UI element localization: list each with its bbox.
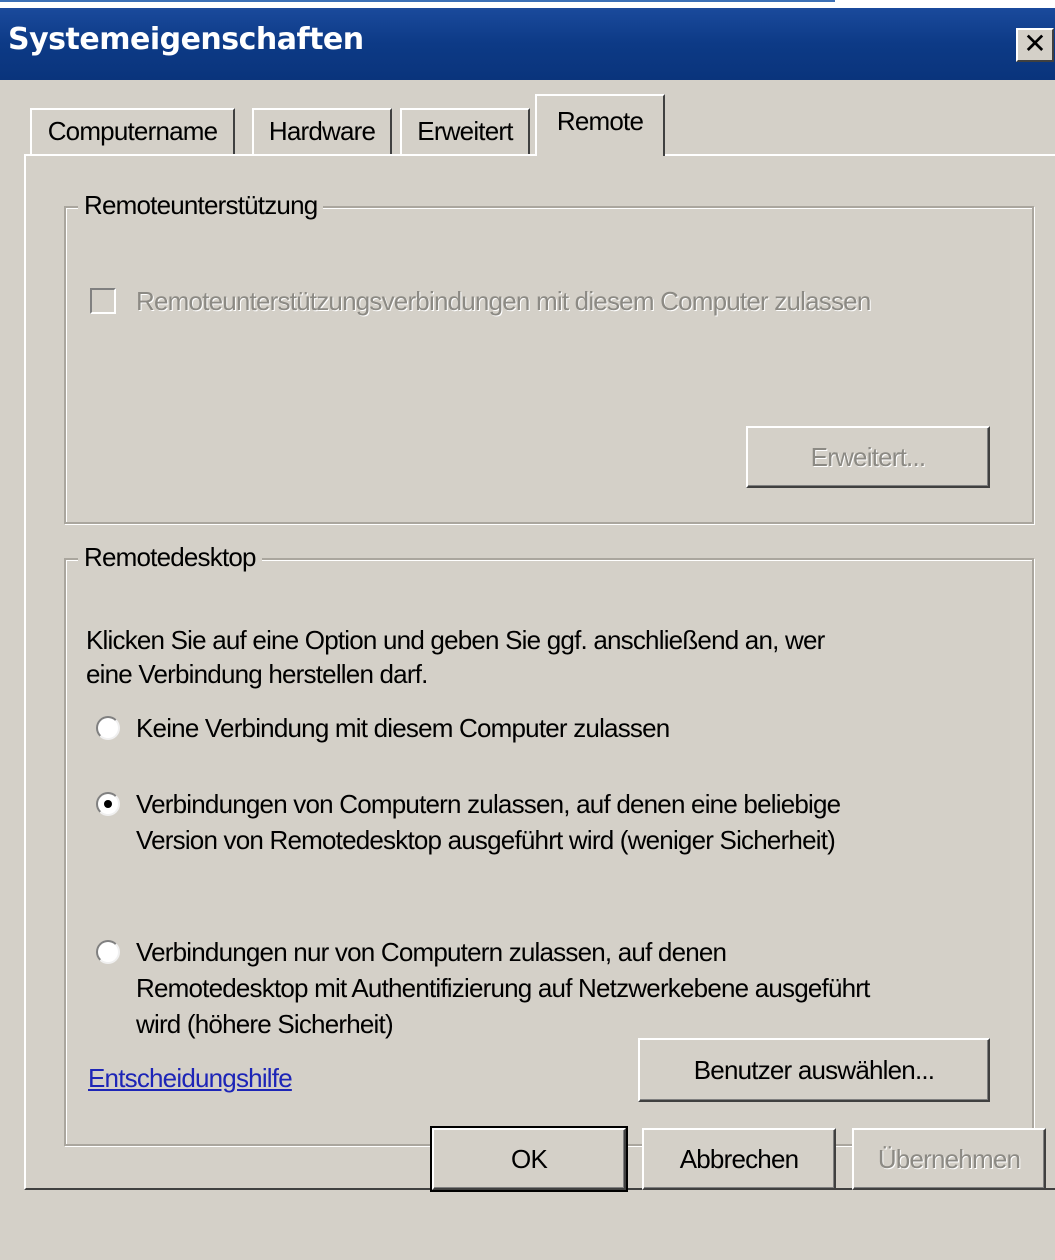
- apply-button[interactable]: Übernehmen: [852, 1128, 1046, 1190]
- tab-label: Erweitert: [417, 116, 513, 146]
- ok-button[interactable]: OK: [430, 1126, 628, 1192]
- radio-nla-only[interactable]: [96, 940, 120, 964]
- remote-assistance-advanced-button[interactable]: Erweitert...: [746, 426, 990, 488]
- radio-any-version[interactable]: [96, 792, 120, 816]
- option-any-version-label-line2[interactable]: Version von Remotedesktop ausgeführt wir…: [136, 822, 836, 858]
- remote-desktop-instructions-line1: Klicken Sie auf eine Option und geben Si…: [86, 625, 825, 655]
- select-users-button-label: Benutzer auswählen...: [693, 1055, 935, 1085]
- window-top-line: [0, 0, 835, 2]
- remote-assistance-label: Remoteunterstützung: [78, 190, 324, 221]
- apply-button-label: Übernehmen: [877, 1144, 1021, 1174]
- tab-label: Computername: [47, 116, 218, 146]
- radio-no-connection[interactable]: [96, 716, 120, 740]
- remote-desktop-label: Remotedesktop: [78, 542, 262, 573]
- tab-computername[interactable]: Computername: [30, 108, 235, 154]
- close-button[interactable]: ✕: [1016, 28, 1054, 62]
- tab-label: Hardware: [268, 116, 376, 146]
- option-nla-only-label-line3[interactable]: wird (höhere Sicherheit): [136, 1006, 394, 1042]
- system-properties-dialog: Systemeigenschaften ✕ Computername Hardw…: [0, 8, 1055, 1260]
- remote-desktop-instructions-line2: eine Verbindung herstellen darf.: [86, 659, 428, 689]
- cancel-button-label: Abbrechen: [679, 1144, 799, 1174]
- ok-button-label: OK: [511, 1144, 548, 1174]
- remote-desktop-group: Remotedesktop Klicken Sie auf eine Optio…: [64, 542, 1034, 1146]
- cancel-button[interactable]: Abbrechen: [642, 1128, 836, 1190]
- window-title: Systemeigenschaften: [8, 22, 364, 57]
- close-icon: ✕: [1023, 28, 1047, 59]
- decision-help-link[interactable]: Entscheidungshilfe: [88, 1060, 293, 1096]
- option-nla-only-label-line2[interactable]: Remotedesktop mit Authentifizierung auf …: [136, 970, 870, 1006]
- advanced-button-label: Erweitert...: [810, 442, 926, 472]
- option-no-connection-label[interactable]: Keine Verbindung mit diesem Computer zul…: [136, 710, 670, 746]
- tab-label: Remote: [556, 106, 644, 136]
- remote-assistance-group: Remoteunterstützung Remoteunterstützungs…: [64, 190, 1034, 524]
- option-nla-only-label-line1[interactable]: Verbindungen nur von Computern zulassen,…: [136, 934, 727, 970]
- tab-erweitert[interactable]: Erweitert: [400, 108, 530, 154]
- tab-remote[interactable]: Remote: [535, 94, 665, 156]
- select-users-button[interactable]: Benutzer auswählen...: [638, 1038, 990, 1102]
- remote-tab-panel: Remoteunterstützung Remoteunterstützungs…: [24, 154, 1055, 1190]
- remote-assistance-checkbox-label: Remoteunterstützungsverbindungen mit die…: [136, 286, 871, 316]
- title-bar[interactable]: Systemeigenschaften ✕: [0, 8, 1055, 80]
- radio-selected-dot: [104, 800, 112, 808]
- tab-hardware[interactable]: Hardware: [252, 108, 392, 154]
- remote-assistance-checkbox[interactable]: [90, 288, 116, 314]
- option-any-version-label-line1[interactable]: Verbindungen von Computern zulassen, auf…: [136, 786, 841, 822]
